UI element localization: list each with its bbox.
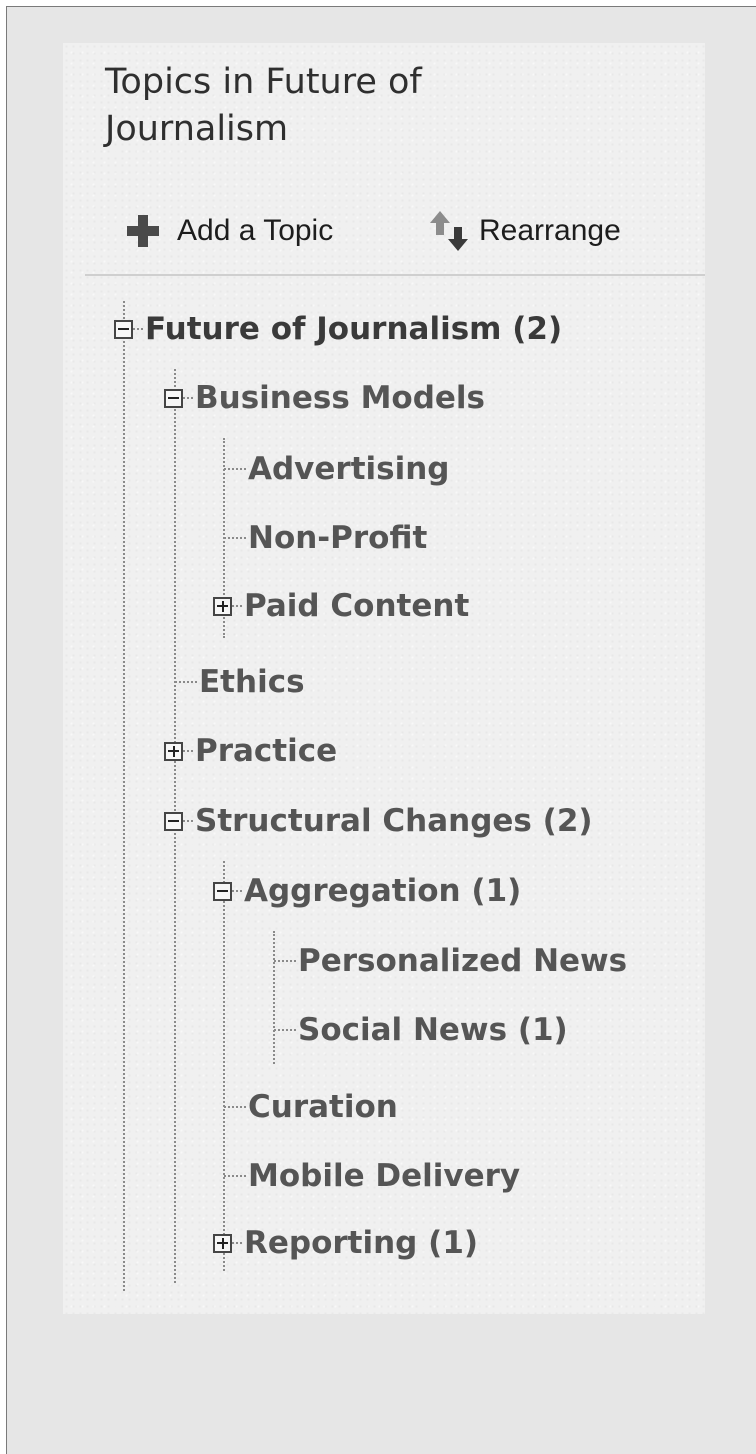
tree-node-label: Personalized News <box>298 943 628 979</box>
tree-node-label: Business Models <box>195 380 486 416</box>
collapse-toggle-icon[interactable] <box>213 881 232 901</box>
tree-node-reporting[interactable]: Reporting (1) <box>213 1219 478 1267</box>
tree-node-personalized-news[interactable]: Personalized News <box>274 937 627 985</box>
tree-node-label: Mobile Delivery <box>248 1158 521 1194</box>
collapse-toggle-icon[interactable] <box>114 319 133 339</box>
tree-node-label: Curation <box>248 1089 398 1125</box>
expand-toggle-icon[interactable] <box>213 1233 232 1253</box>
page-frame: Topics in Future of Journalism Add a Top… <box>6 6 756 1454</box>
tree-node-practice[interactable]: Practice <box>164 727 337 775</box>
tree-node-non-profit[interactable]: Non-Profit <box>224 514 427 562</box>
tree-node-label: Reporting (1) <box>244 1225 479 1261</box>
collapse-toggle-icon[interactable] <box>164 388 183 408</box>
tree-node-social-news[interactable]: Social News (1) <box>274 1006 568 1054</box>
tree-node-label: Ethics <box>199 664 305 700</box>
tree-node-label: Social News (1) <box>298 1012 568 1048</box>
tree-node-ethics[interactable]: Ethics <box>175 658 305 706</box>
tree-node-business-models[interactable]: Business Models <box>164 374 485 422</box>
tree-node-advertising[interactable]: Advertising <box>224 445 450 493</box>
tree-node-label: Advertising <box>248 451 450 487</box>
tree-node-mobile-delivery[interactable]: Mobile Delivery <box>224 1152 520 1200</box>
topics-panel: Topics in Future of Journalism Add a Top… <box>63 43 705 1314</box>
tree-node-aggregation[interactable]: Aggregation (1) <box>213 867 521 915</box>
tree-node-label: Aggregation (1) <box>244 873 522 909</box>
expand-toggle-icon[interactable] <box>213 596 232 616</box>
tree-connector-structural-changes <box>223 861 225 1271</box>
tree-node-paid-content[interactable]: Paid Content <box>213 582 469 630</box>
expand-toggle-icon[interactable] <box>164 741 183 761</box>
tree-node-label: Structural Changes (2) <box>195 803 593 839</box>
topic-tree: Future of Journalism (2) Business Models… <box>63 43 705 1314</box>
collapse-toggle-icon[interactable] <box>164 811 183 831</box>
tree-node-future-of-journalism[interactable]: Future of Journalism (2) <box>114 305 562 353</box>
tree-node-label: Practice <box>195 733 338 769</box>
tree-node-label: Paid Content <box>244 588 470 624</box>
tree-node-label: Future of Journalism (2) <box>145 311 563 347</box>
tree-node-label: Non-Profit <box>248 520 428 556</box>
tree-node-structural-changes[interactable]: Structural Changes (2) <box>164 797 593 845</box>
tree-node-curation[interactable]: Curation <box>224 1083 398 1131</box>
tree-connector-root <box>123 301 125 1291</box>
